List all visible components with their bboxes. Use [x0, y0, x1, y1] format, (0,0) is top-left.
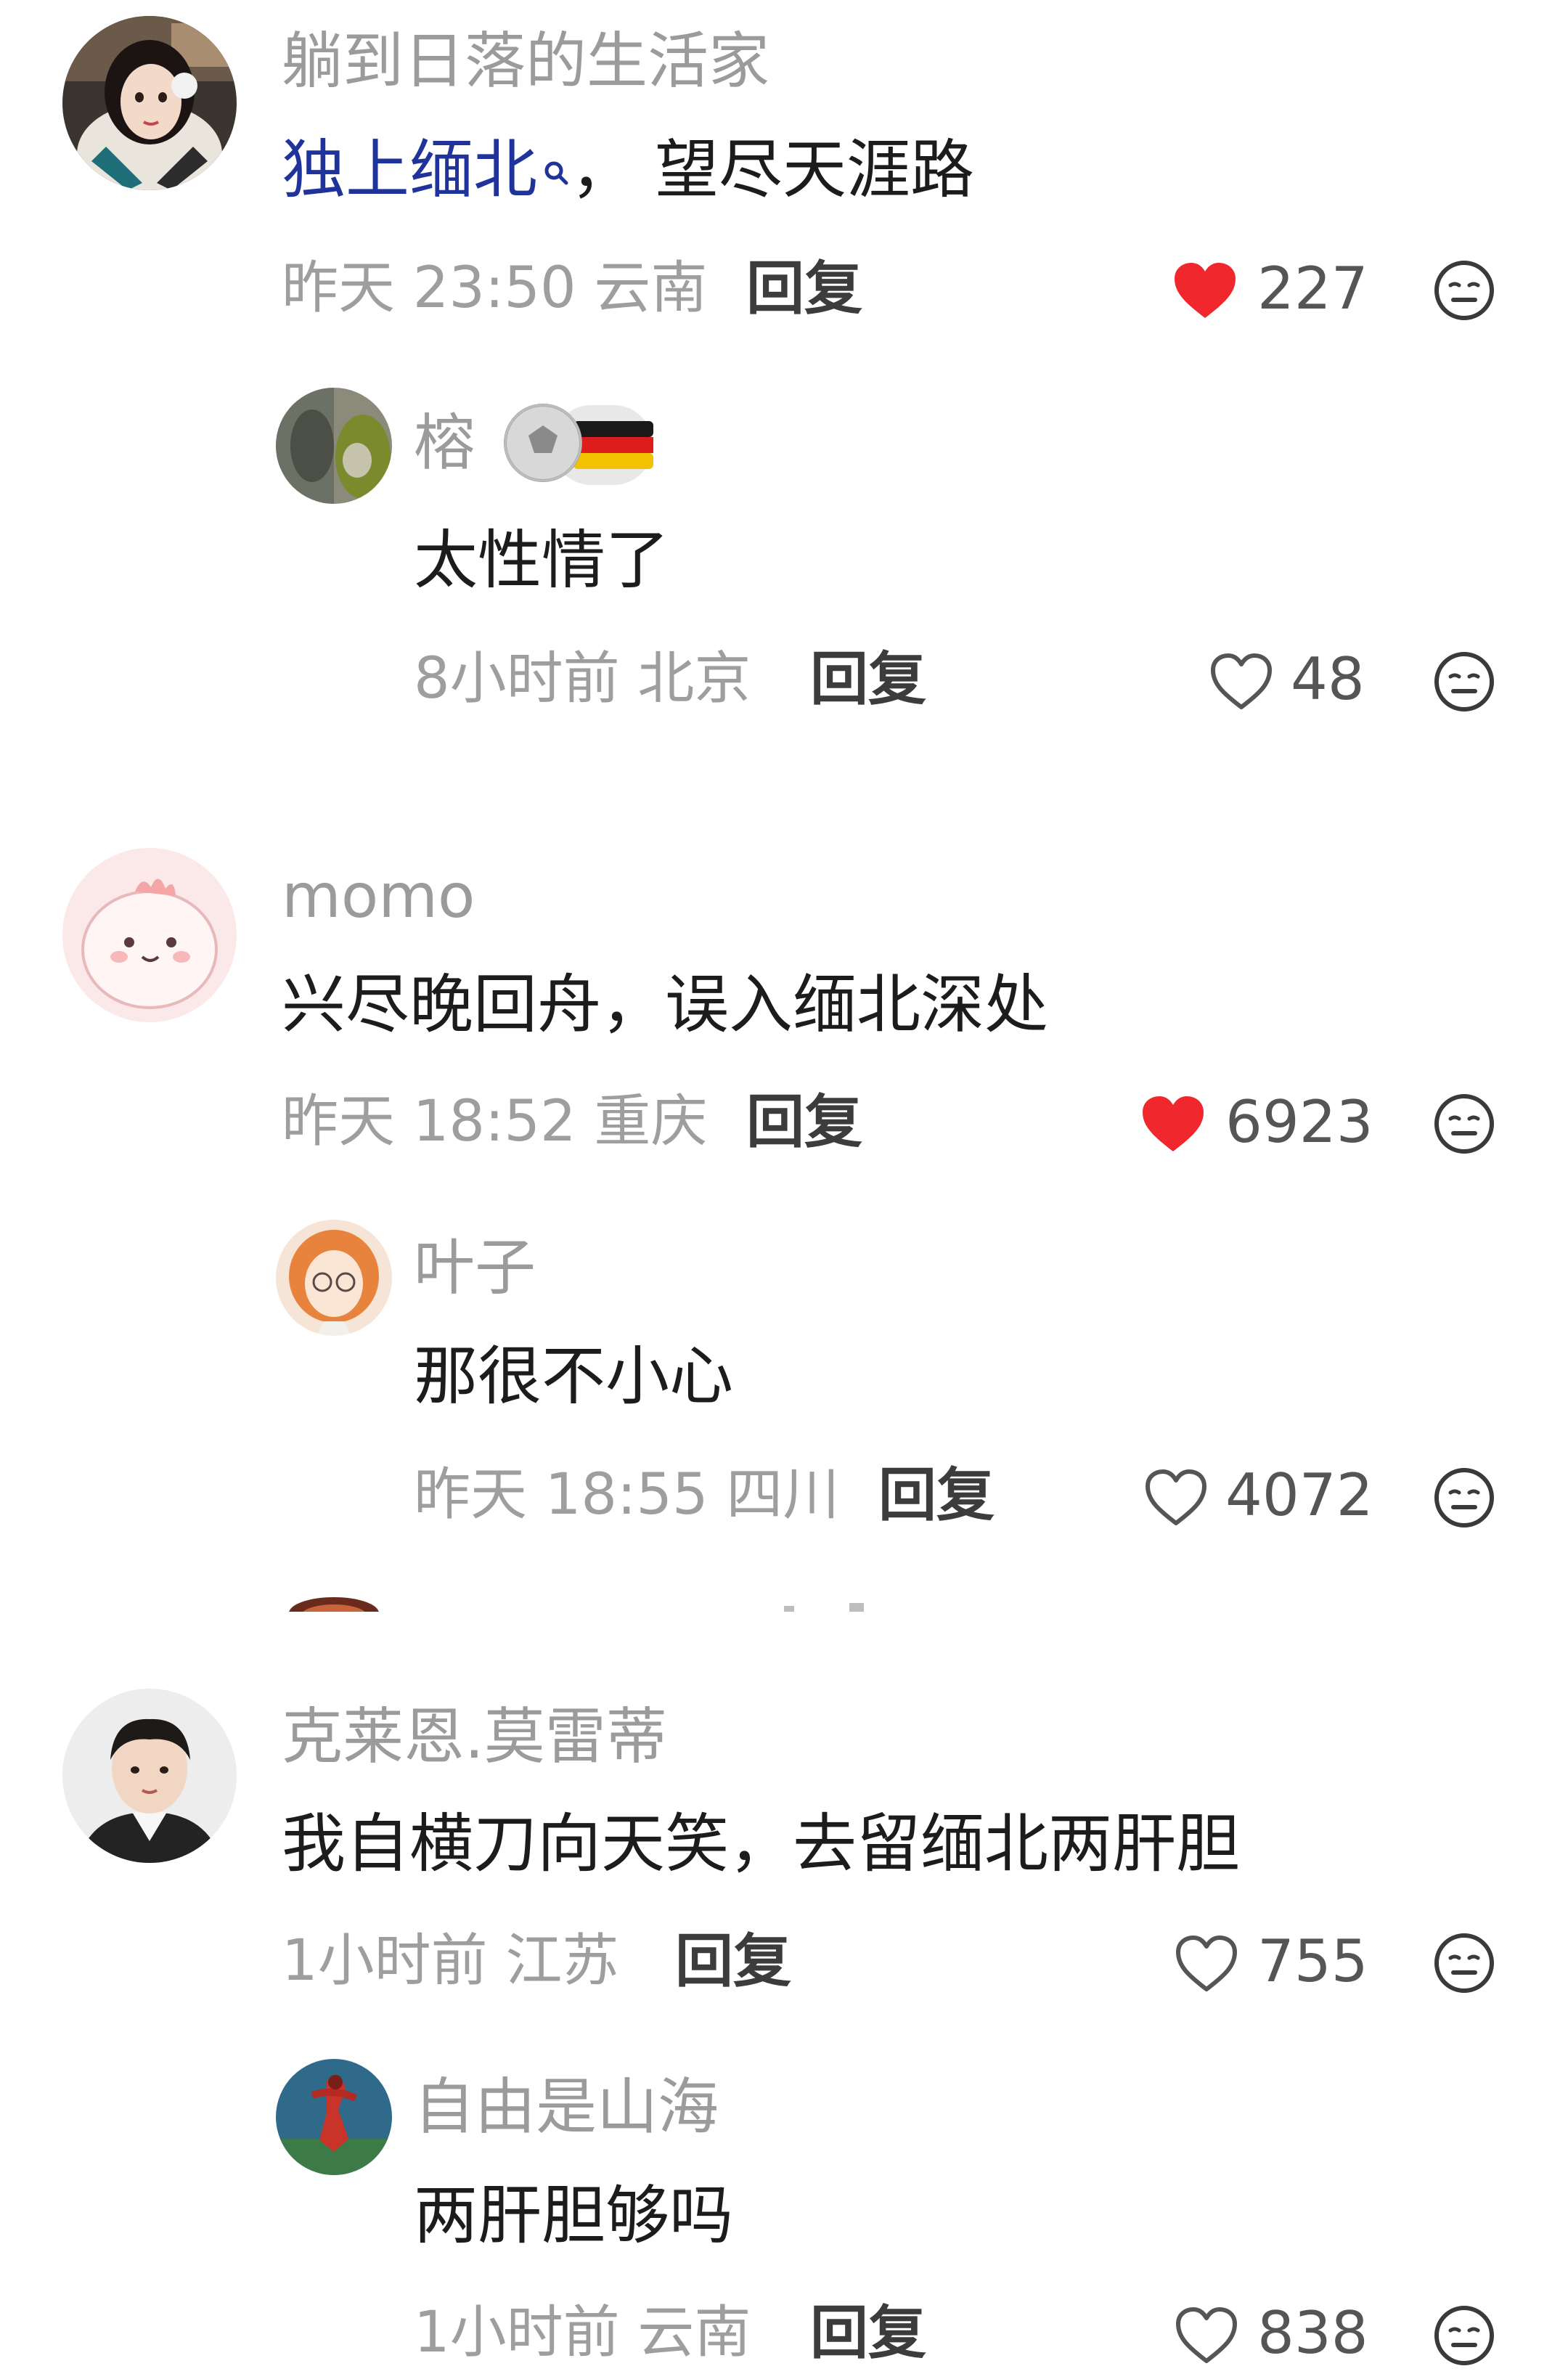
- comment-content: 我自横刀向天笑，去留缅北两肝胆: [282, 1806, 1241, 1881]
- avatar[interactable]: [276, 388, 392, 504]
- reply-button[interactable]: 回复: [746, 1093, 862, 1151]
- like-heart-icon[interactable]: [1140, 1093, 1206, 1154]
- like-count: 48: [1291, 645, 1365, 713]
- comment-content: 兴尽晚回舟，误入缅北深处: [282, 967, 1049, 1042]
- comment-time-location: 1小时前 江苏: [282, 1928, 619, 1994]
- cropped-reply-fragment: [276, 1591, 929, 1612]
- like-count: 4072: [1225, 1461, 1373, 1529]
- comment-content-rest: ， 望尽天涯路: [571, 132, 974, 207]
- comment-username[interactable]: momo: [282, 865, 475, 926]
- reply-time-location: 1小时前 云南: [414, 2300, 751, 2365]
- neutral-face-icon[interactable]: [1432, 2303, 1497, 2368]
- avatar[interactable]: [62, 1689, 237, 1863]
- like-heart-icon[interactable]: [1208, 650, 1275, 711]
- neutral-face-icon[interactable]: [1432, 258, 1497, 323]
- reply-button[interactable]: 回复: [810, 650, 926, 709]
- like-heart-icon[interactable]: [1172, 260, 1238, 321]
- avatar[interactable]: [62, 848, 237, 1022]
- avatar[interactable]: [276, 2059, 392, 2175]
- comment-list: 躺到日落的生活家 独上缅北， 望尽天涯路 昨天 23:50 云南 回复 227 …: [0, 0, 1568, 2374]
- football-germany-flag-badge: [504, 404, 653, 485]
- reply-content: 太性情了: [414, 523, 670, 597]
- reply-time-location: 8小时前 北京: [414, 646, 751, 711]
- reply-button[interactable]: 回复: [810, 2304, 926, 2362]
- comment-username[interactable]: 克莱恩.莫雷蒂: [282, 1706, 667, 1767]
- like-heart-icon[interactable]: [1173, 2304, 1240, 2365]
- reply-username[interactable]: 榕: [414, 412, 475, 473]
- comment-username[interactable]: 躺到日落的生活家: [282, 30, 769, 91]
- neutral-face-icon[interactable]: [1432, 1930, 1497, 1996]
- neutral-face-icon[interactable]: [1432, 1091, 1497, 1157]
- like-heart-icon[interactable]: [1143, 1467, 1209, 1527]
- like-count: 838: [1257, 2299, 1368, 2367]
- avatar[interactable]: [276, 1220, 392, 1336]
- reply-username[interactable]: 自由是山海: [414, 2076, 719, 2137]
- like-count: 227: [1257, 255, 1368, 322]
- reply-time-location: 昨天 18:55 四川: [414, 1462, 840, 1527]
- comment-time-location: 昨天 18:52 重庆: [282, 1089, 708, 1154]
- reply-button[interactable]: 回复: [878, 1467, 995, 1525]
- reply-button[interactable]: 回复: [746, 260, 862, 318]
- search-icon[interactable]: [542, 138, 571, 202]
- reply-button[interactable]: 回复: [675, 1933, 791, 1991]
- reply-content: 那很不小心: [414, 1339, 734, 1414]
- reply-username[interactable]: 叶子: [414, 1237, 536, 1298]
- comment-content: 独上缅北， 望尽天涯路: [282, 138, 974, 202]
- reply-content: 两肝胆够吗: [414, 2178, 734, 2253]
- comment-time-location: 昨天 23:50 云南: [282, 256, 708, 321]
- avatar[interactable]: [62, 16, 237, 190]
- like-count: 6923: [1225, 1088, 1373, 1156]
- neutral-face-icon[interactable]: [1432, 649, 1497, 714]
- search-link[interactable]: 独上缅北: [282, 132, 537, 207]
- like-heart-icon[interactable]: [1173, 1933, 1240, 1994]
- like-count: 755: [1257, 1928, 1368, 1995]
- neutral-face-icon[interactable]: [1432, 1465, 1497, 1530]
